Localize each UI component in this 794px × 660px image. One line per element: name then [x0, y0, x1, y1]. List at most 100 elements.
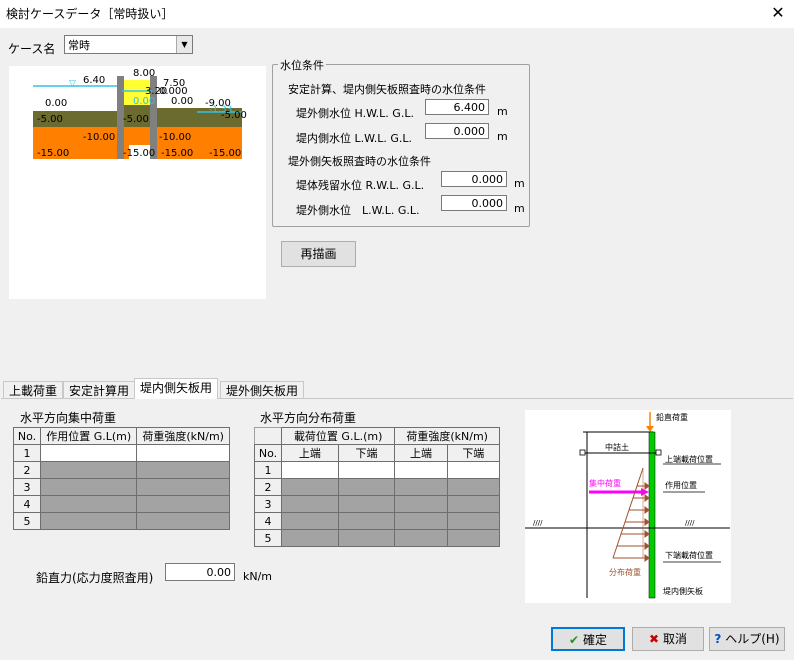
section1-title: 安定計算、堤内側矢板照査時の水位条件 — [288, 83, 486, 96]
cell-input[interactable] — [394, 495, 448, 513]
cell-input[interactable] — [39, 512, 138, 530]
cell-input[interactable] — [337, 529, 396, 547]
lwl2-input[interactable]: 0.000 — [441, 195, 507, 211]
rwl-label: 堤体残留水位 R.W.L. G.L. — [296, 179, 425, 192]
x-icon: ✖ — [649, 632, 660, 646]
label-m15-00-b: -15.00 — [123, 148, 155, 159]
vertical-force-unit: kN/m — [243, 570, 273, 583]
concentrated-table: No. 作用位置 G.L(m) 荷重強度(kN/m) 1 2 3 4 5 — [13, 427, 230, 530]
col-pos-bottom: 下端 — [337, 444, 396, 462]
cell-input[interactable] — [281, 495, 339, 513]
table-row: 3 — [254, 495, 501, 513]
cell-input[interactable] — [136, 444, 230, 462]
concentrated-title: 水平方向集中荷重 — [20, 411, 117, 425]
cross-section-svg: ▽ 6.40 8.00 7.50 0.00 3.20 0.000 0.00 0.… — [33, 68, 247, 159]
cell-input[interactable] — [39, 478, 138, 496]
cell-input[interactable] — [394, 529, 448, 547]
label-m10-00-right: -10.00 — [159, 132, 191, 143]
label-0-00-left: 0.00 — [45, 98, 67, 109]
label-m10-00-left: -10.00 — [83, 132, 115, 143]
label-0-00-fill: 0.00 — [133, 96, 155, 107]
ok-label: 確定 — [582, 633, 607, 647]
upper-pos-label: 上端載荷位置 — [665, 454, 713, 464]
row-number: 4 — [254, 512, 282, 530]
cross-section-preview: ▽ 6.40 8.00 7.50 0.00 3.20 0.000 0.00 0.… — [9, 66, 266, 299]
lwl-input[interactable]: 0.000 — [425, 123, 489, 139]
help-button[interactable]: ? ヘルプ(H) — [709, 627, 785, 651]
cell-input[interactable] — [281, 461, 339, 479]
help-label: ヘルプ(H) — [725, 632, 780, 646]
cancel-button[interactable]: ✖ 取消 — [632, 627, 704, 651]
case-name-select[interactable]: 常時 ▼ — [64, 35, 193, 54]
cell-input[interactable] — [394, 478, 448, 496]
rwl-unit: m — [514, 177, 525, 190]
tab-top-load[interactable]: 上載荷重 — [3, 381, 64, 399]
cell-input[interactable] — [281, 512, 339, 530]
cell-input[interactable] — [337, 478, 396, 496]
label-0-00-right: 0.00 — [171, 96, 193, 107]
col-intensity: 荷重強度(kN/m) — [136, 427, 230, 445]
row-number: 3 — [13, 478, 41, 496]
water-icon-outer: ▽ — [69, 79, 76, 89]
table-row: 5 — [254, 529, 501, 547]
hwl-unit: m — [497, 105, 508, 118]
close-button[interactable]: ✕ — [766, 2, 790, 24]
col-no: No. — [254, 444, 282, 462]
group-header-intensity: 荷重強度(kN/m) — [394, 427, 500, 445]
cell-input[interactable] — [337, 461, 396, 479]
cell-input[interactable] — [446, 478, 501, 496]
lwl-label: 堤内側水位 L.W.L. G.L. — [296, 132, 412, 145]
redraw-button[interactable]: 再描画 — [281, 241, 356, 267]
rwl-input[interactable]: 0.000 — [441, 171, 507, 187]
svg-text:////: //// — [685, 519, 695, 527]
cell-input[interactable] — [136, 512, 230, 530]
label-m5-00-mid: -5.00 — [123, 114, 149, 125]
hwl-input[interactable]: 6.400 — [425, 99, 489, 115]
arrow-down-icon — [646, 426, 654, 432]
cell-input[interactable] — [446, 461, 501, 479]
tab-outer-sheet[interactable]: 堤外側矢板用 — [220, 381, 305, 399]
cell-input[interactable] — [281, 529, 339, 547]
load-diagram-svg: //// //// 鉛直荷重 中詰土 上端載荷位置 集中荷重 作用位置 下端載荷… — [525, 412, 730, 599]
label-6-40: 6.40 — [83, 75, 105, 86]
cell-input[interactable] — [136, 495, 230, 513]
row-number: 4 — [13, 495, 41, 513]
chevron-down-icon[interactable]: ▼ — [176, 36, 192, 53]
cell-input[interactable] — [136, 478, 230, 496]
section2-title: 堤外側矢板照査時の水位条件 — [288, 155, 431, 168]
cell-input[interactable] — [446, 529, 501, 547]
cell-input[interactable] — [446, 512, 501, 530]
sheet-pile-bar — [648, 431, 656, 599]
cell-input[interactable] — [136, 461, 230, 479]
cell-input[interactable] — [394, 461, 448, 479]
cell-input[interactable] — [337, 512, 396, 530]
vertical-force-input[interactable]: 0.00 — [165, 563, 235, 581]
lwl-unit: m — [497, 130, 508, 143]
table-row: 3 — [13, 478, 230, 496]
cell-input[interactable] — [39, 461, 138, 479]
table-row: 1 — [254, 461, 501, 479]
ok-button[interactable]: ✔ 確定 — [551, 627, 625, 651]
fill-bottom — [122, 127, 152, 145]
case-name-label: ケース名 — [8, 42, 56, 56]
cell-input[interactable] — [337, 495, 396, 513]
label-m15-00-a: -15.00 — [37, 148, 69, 159]
filling-label: 中詰土 — [605, 442, 629, 452]
tab-stability[interactable]: 安定計算用 — [63, 381, 136, 399]
window-title: 検討ケースデータ［常時扱い］ — [6, 7, 174, 21]
tab-inner-sheet[interactable]: 堤内側矢板用 — [134, 378, 219, 399]
sheet-label: 堤内側矢板 — [663, 586, 703, 596]
cell-input[interactable] — [39, 495, 138, 513]
cell-input[interactable] — [394, 512, 448, 530]
cell-input[interactable] — [39, 444, 138, 462]
label-m15-00-d: -15.00 — [209, 148, 241, 159]
water-level-title: 水位条件 — [278, 57, 326, 73]
row-number: 5 — [13, 512, 41, 530]
table-row: 4 — [13, 495, 230, 513]
cell-input[interactable] — [281, 478, 339, 496]
row-number: 1 — [254, 461, 282, 479]
cell-input[interactable] — [446, 495, 501, 513]
vertical-force-label: 鉛直力(応力度照査用) — [36, 571, 154, 585]
cancel-label: 取消 — [662, 632, 687, 646]
row-number: 1 — [13, 444, 41, 462]
